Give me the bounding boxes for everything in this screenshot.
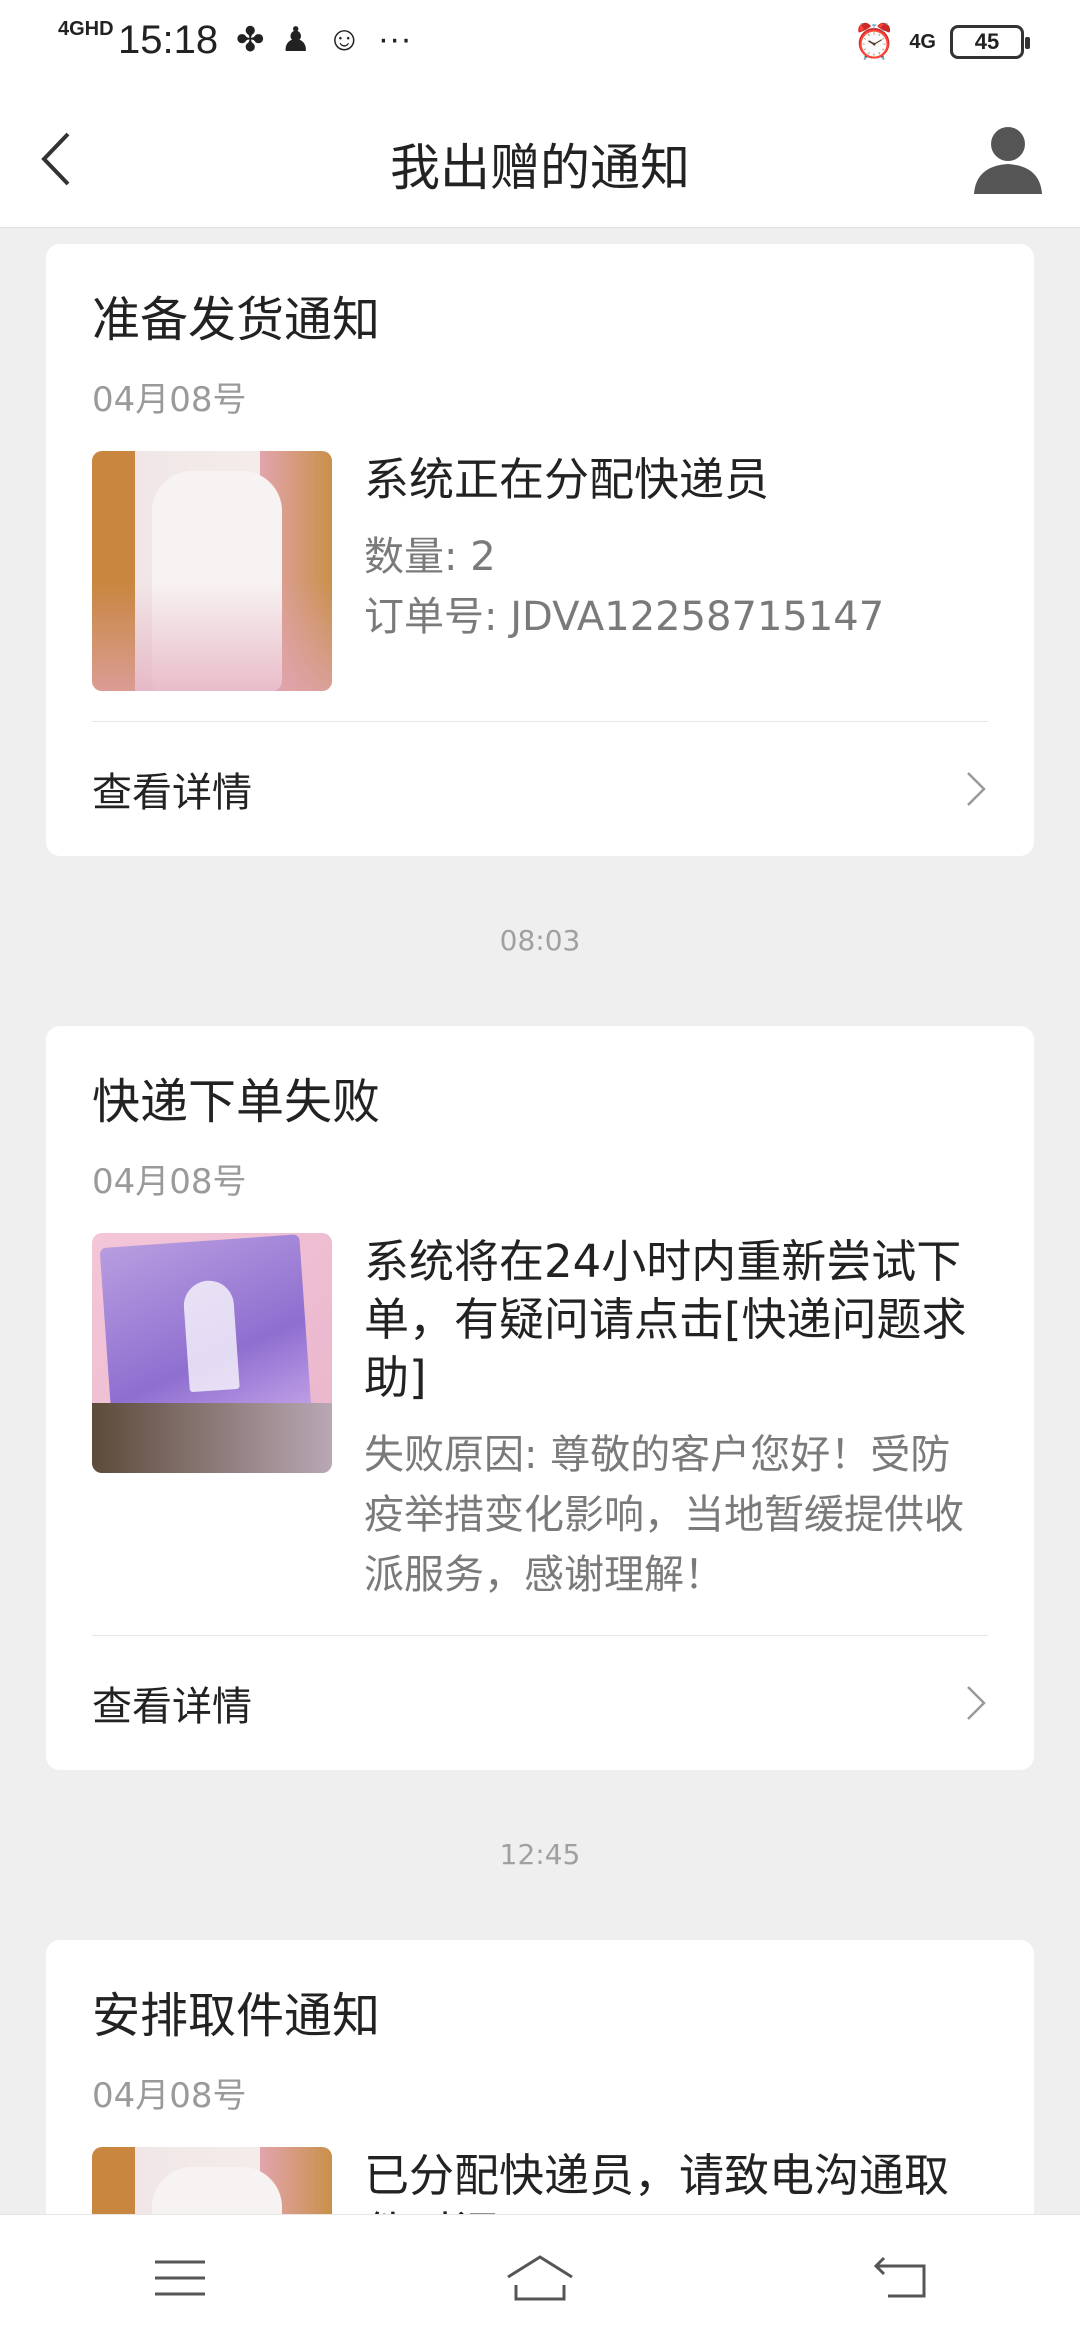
cat-icon: ☺ [326, 20, 362, 58]
network-right: 4G [909, 30, 936, 53]
menu-button[interactable] [135, 2248, 225, 2308]
card-date: 04月08号 [92, 2076, 247, 2116]
menu-icon [155, 2260, 205, 2295]
status-bar: 4GHD 15:18 ✤ ♟ ☺ ··· ⏰ 4G 45 [0, 0, 1080, 88]
view-details-row[interactable]: 查看详情 [92, 1636, 988, 1770]
notification-card[interactable]: 准备发货通知 04月08号 系统正在分配快递员 数量: 2 订单号: JDVA1… [46, 244, 1034, 856]
card-message: 系统将在24小时内重新尝试下单，有疑问请点击[快递问题求助] [364, 1235, 967, 1404]
return-button[interactable] [855, 2248, 945, 2308]
card-message: 系统正在分配快递员 [364, 453, 770, 506]
failure-reason: 失败原因: 尊敬的客户您好！受防疫举措变化影响，当地暂缓提供收派服务，感谢理解！ [364, 1432, 964, 1598]
timestamp: 08:03 [499, 924, 581, 957]
return-icon [873, 2256, 926, 2297]
card-title: 安排取件通知 [92, 1988, 381, 2044]
view-details-row[interactable]: 查看详情 [92, 722, 988, 856]
battery-indicator: 45 [950, 25, 1030, 59]
chevron-right-icon [967, 1686, 986, 1720]
view-details-label: 查看详情 [92, 770, 252, 816]
penguin-icon: ♟ [280, 21, 311, 59]
timestamp: 12:45 [499, 1838, 581, 1871]
card-date: 04月08号 [92, 380, 247, 420]
page-title: 我出赠的通知 [390, 139, 690, 197]
app-header: 我出赠的通知 [0, 88, 1080, 228]
home-button[interactable] [495, 2248, 585, 2308]
product-thumbnail[interactable] [92, 1233, 332, 1473]
notification-feed: 准备发货通知 04月08号 系统正在分配快递员 数量: 2 订单号: JDVA1… [0, 244, 1080, 2340]
pinwheel-icon: ✤ [236, 21, 265, 59]
home-icon [507, 2254, 573, 2300]
network-indicator: 4GHD [58, 18, 114, 40]
card-date: 04月08号 [92, 1162, 247, 1202]
card-title: 准备发货通知 [92, 292, 381, 348]
quantity-text: 数量: 2 [364, 534, 496, 580]
more-dots-icon: ··· [377, 20, 412, 58]
card-title: 快递下单失败 [92, 1074, 381, 1130]
alarm-icon: ⏰ [852, 23, 896, 61]
chevron-right-icon [967, 772, 986, 806]
notification-card[interactable]: 快递下单失败 04月08号 系统将在24小时内重新尝试下单，有疑问请点击[快递问… [46, 1026, 1034, 1770]
system-nav-bar [0, 2214, 1080, 2340]
user-icon[interactable] [968, 118, 1048, 198]
status-time: 15:18 [118, 18, 219, 62]
notification-icons: ✤ ♟ ☺ ··· [236, 20, 412, 60]
status-right: ⏰ 4G 45 [852, 22, 1030, 62]
product-thumbnail[interactable] [92, 451, 332, 691]
order-number: 订单号: JDVA12258715147 [364, 594, 885, 640]
view-details-label: 查看详情 [92, 1684, 252, 1730]
